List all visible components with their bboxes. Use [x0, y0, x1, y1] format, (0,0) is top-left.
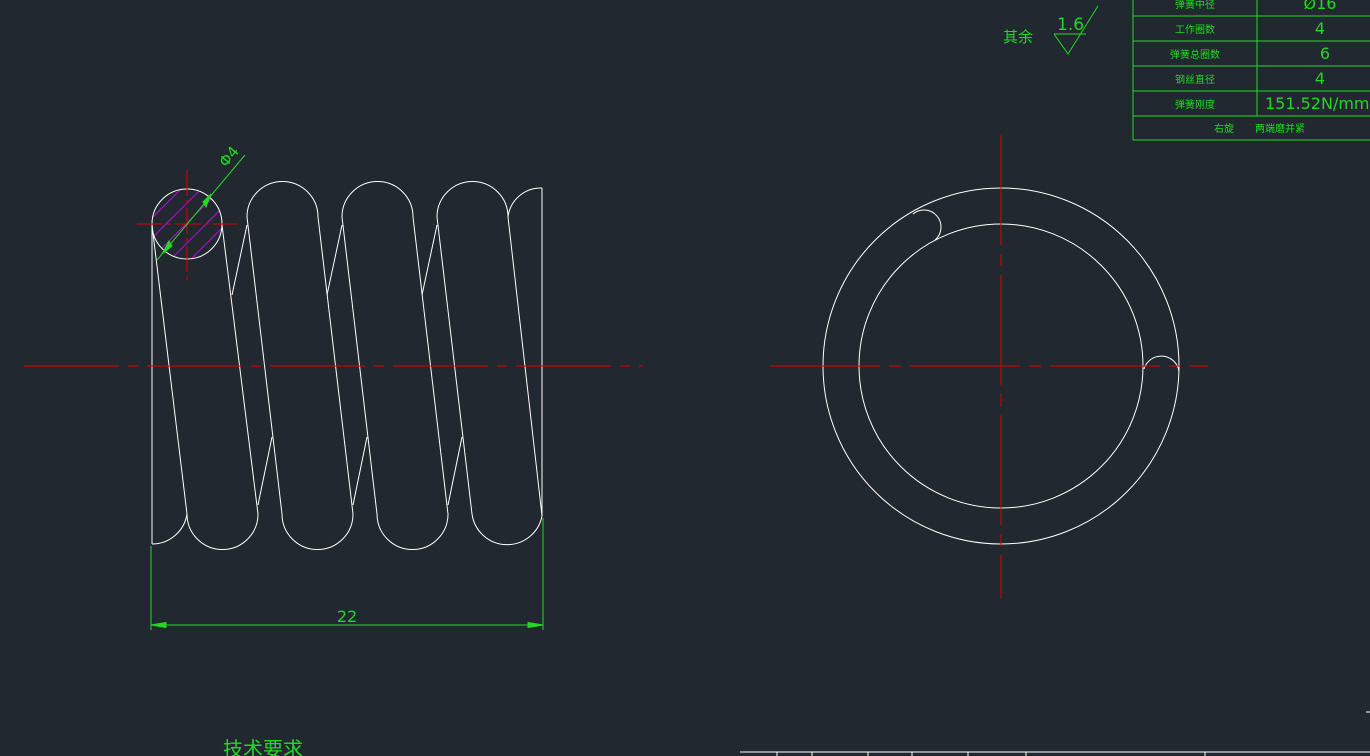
wire-end-notch-right — [1143, 355, 1180, 372]
coil-back-edge — [231, 224, 248, 296]
technical-requirements-title: 技术要求 — [223, 737, 303, 756]
wire-end-notch-top — [912, 209, 942, 241]
spec-value: 6 — [1320, 44, 1330, 63]
spec-table — [1132, 0, 1370, 141]
spec-label: 弹簧刚度 — [1175, 98, 1215, 111]
coil-back-edge — [326, 224, 343, 296]
bottom-coil-arch — [376, 513, 449, 550]
wire-diameter-label: Φ4 — [215, 143, 243, 171]
bottom-coil-arch — [186, 513, 259, 550]
spec-value: 151.52N/mm — [1265, 94, 1370, 113]
spec-label: 钢丝直径 — [1175, 73, 1215, 86]
spec-footer-right: 两端磨并紧 — [1255, 122, 1305, 135]
bottom-coil-arch — [281, 513, 354, 550]
spec-label: 弹簧中径 — [1175, 0, 1215, 11]
spec-table-cells: 弹簧中径 Ø16 工作圈数 4 弹簧总圈数 6 钢丝直径 4 弹簧刚度 151.… — [1170, 0, 1370, 135]
spec-value: 4 — [1315, 69, 1325, 88]
coil-back-edge — [447, 436, 463, 506]
top-coil-arch — [436, 181, 509, 218]
coil-front-edge — [151, 224, 188, 515]
coil-back-edge — [352, 436, 368, 506]
cad-drawing-canvas[interactable]: Φ4 22 其余 1.6 弹簧中径 Ø16 工作圈数 4 弹簧总圈数 6 钢丝直… — [0, 0, 1370, 756]
top-coil-arch — [341, 181, 414, 218]
spec-label: 弹簧总圈数 — [1170, 48, 1220, 61]
spec-footer-left: 右旋 — [1214, 122, 1234, 135]
wire-diameter-dimension — [156, 154, 246, 261]
coil-back-edge — [421, 224, 438, 296]
spec-value: 4 — [1315, 19, 1325, 38]
bottom-coil-arch — [151, 513, 188, 545]
spec-value: Ø16 — [1304, 0, 1337, 13]
bottom-coil-arch — [471, 513, 543, 546]
spec-label: 工作圈数 — [1175, 23, 1215, 36]
end-view-centerlines — [770, 135, 1208, 598]
top-coil-arch — [507, 187, 543, 218]
length-dimension-label: 22 — [337, 607, 357, 626]
roughness-prefix: 其余 — [1003, 28, 1033, 46]
top-coil-arch — [246, 181, 319, 218]
roughness-value: 1.6 — [1057, 15, 1084, 35]
title-block-partial — [740, 751, 1370, 756]
wire-section-hatch — [152, 189, 222, 259]
coil-back-edge — [257, 436, 273, 506]
